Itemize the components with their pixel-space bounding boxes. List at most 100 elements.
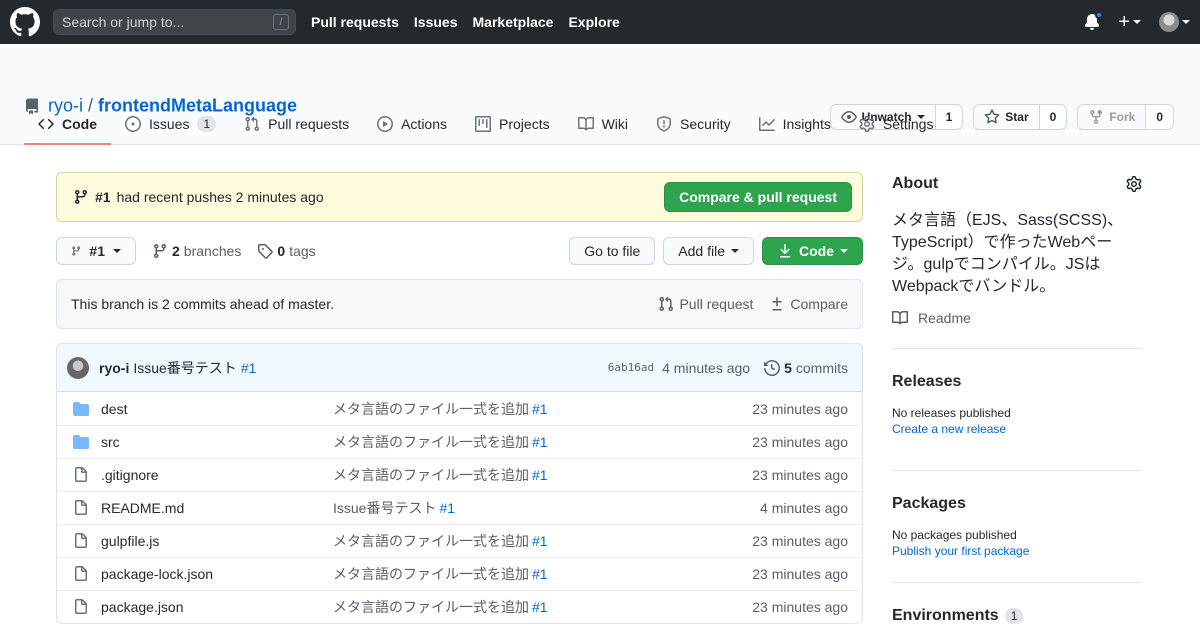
file-name-link[interactable]: README.md — [101, 500, 333, 516]
avatar[interactable] — [67, 356, 89, 379]
fork-button[interactable]: Fork — [1078, 105, 1147, 129]
file-commit-message: メタ言語のファイル一式を追加 #1 — [333, 432, 752, 452]
code-download-button[interactable]: Code — [762, 237, 863, 265]
file-type-icon — [73, 500, 89, 516]
compare-link[interactable]: Compare — [769, 296, 848, 312]
global-search-input[interactable]: Search or jump to... / — [53, 9, 296, 35]
file-commit-text[interactable]: メタ言語のファイル一式を追加 — [333, 467, 529, 483]
commits-history-link[interactable]: 5 commits — [764, 360, 848, 376]
file-commit-age: 23 minutes ago — [752, 434, 848, 450]
file-name-link[interactable]: .gitignore — [101, 467, 333, 483]
compare-pull-request-button[interactable]: Compare & pull request — [664, 182, 852, 212]
latest-commit: ryo-i Issue番号テスト #1 6ab16ad 4 minutes ag… — [57, 344, 862, 392]
environments-title: Environments — [892, 607, 999, 624]
file-row: package-lock.json メタ言語のファイル一式を追加 #1 23 minu… — [57, 557, 862, 590]
tab-label: Wiki — [601, 115, 629, 132]
tab-code[interactable]: Code — [24, 102, 111, 145]
file-commit-issue-link[interactable]: #1 — [532, 566, 548, 582]
tab-security[interactable]: Security — [642, 102, 745, 145]
add-file-label: Add file — [678, 243, 725, 259]
commit-sha[interactable]: 6ab16ad — [608, 361, 654, 374]
branch-status-box: This branch is 2 commits ahead of master… — [56, 279, 863, 329]
repo-header: ryo-i / frontendMetaLanguage Unwatch 1 S… — [0, 44, 1200, 145]
file-commit-text[interactable]: メタ言語のファイル一式を追加 — [333, 566, 529, 582]
git-branch-icon — [72, 246, 81, 256]
notifications-bell-icon[interactable] — [1084, 11, 1104, 30]
chevron-down-icon — [840, 249, 848, 253]
tab-settings[interactable]: Settings — [845, 102, 948, 145]
pull-request-label: Pull request — [679, 296, 754, 312]
branch-ahead-text: This branch is 2 commits ahead of master… — [71, 296, 334, 312]
readme-link[interactable]: Readme — [892, 310, 1142, 326]
commit-issue-link[interactable]: #1 — [241, 360, 257, 376]
file-name-link[interactable]: dest — [101, 401, 333, 417]
file-row: gulpfile.js メタ言語のファイル一式を追加 #1 23 minutes ag… — [57, 524, 862, 557]
plus-icon: + — [1118, 11, 1130, 33]
file-commit-issue-link[interactable]: #1 — [532, 599, 548, 615]
repo-content: #1 had recent pushes 2 minutes ago Compa… — [56, 172, 863, 624]
branch-selector[interactable]: #1 — [56, 237, 136, 265]
tab-insights[interactable]: Insights — [745, 102, 845, 145]
repo-description: メタ言語（EJS、Sass(SCSS)、TypeScript）で作ったWebペー… — [892, 212, 1124, 295]
nav-pull-requests[interactable]: Pull requests — [311, 14, 399, 30]
file-icon — [75, 467, 87, 482]
nav-explore[interactable]: Explore — [568, 14, 619, 30]
file-commit-issue-link[interactable]: #1 — [532, 434, 548, 450]
tab-actions[interactable]: Actions — [363, 102, 461, 145]
packages-section: Packages No packages published Publish y… — [892, 470, 1142, 582]
play-icon — [377, 115, 394, 132]
file-commit-text[interactable]: メタ言語のファイル一式を追加 — [333, 599, 529, 615]
commit-message[interactable]: Issue番号テスト — [133, 358, 236, 378]
user-menu[interactable] — [1159, 12, 1190, 32]
file-actions: Go to file Add file Code — [569, 237, 863, 265]
packages-title[interactable]: Packages — [892, 495, 1142, 513]
releases-section: Releases No releases published Create a … — [892, 348, 1142, 470]
nav-issues[interactable]: Issues — [414, 14, 458, 30]
tab-pull-requests[interactable]: Pull requests — [230, 102, 363, 145]
star-button[interactable]: Star — [974, 105, 1040, 129]
github-logo-icon[interactable] — [10, 7, 40, 37]
project-icon — [475, 115, 492, 132]
tags-link[interactable]: 0 tags — [257, 243, 316, 259]
stars-count[interactable]: 0 — [1039, 105, 1067, 129]
file-commit-age: 23 minutes ago — [752, 599, 848, 615]
tab-label: Projects — [499, 115, 550, 132]
recent-push-message: #1 had recent pushes 2 minutes ago — [73, 189, 324, 205]
publish-package-link[interactable]: Publish your first package — [892, 543, 1142, 559]
go-to-file-button[interactable]: Go to file — [569, 237, 656, 265]
create-release-link[interactable]: Create a new release — [892, 421, 1142, 437]
add-file-button[interactable]: Add file — [663, 237, 754, 265]
file-name-link[interactable]: package.json — [101, 599, 333, 615]
create-new-dropdown[interactable]: + — [1118, 11, 1141, 33]
environments-header[interactable]: Environments 1 — [892, 607, 1142, 625]
git-pull-request-icon — [245, 116, 260, 131]
file-commit-issue-link[interactable]: #1 — [532, 467, 548, 483]
file-name-link[interactable]: package-lock.json — [101, 566, 333, 582]
gear-icon[interactable] — [1126, 176, 1142, 192]
releases-title[interactable]: Releases — [892, 373, 1142, 391]
file-commit-age: 23 minutes ago — [752, 566, 848, 582]
file-name-link[interactable]: src — [101, 434, 333, 450]
file-name-link[interactable]: gulpfile.js — [101, 533, 333, 549]
tab-projects[interactable]: Projects — [461, 102, 564, 145]
forks-count[interactable]: 0 — [1146, 105, 1173, 129]
commit-author[interactable]: ryo-i — [99, 360, 129, 376]
readme-label: Readme — [918, 310, 971, 326]
branches-link[interactable]: 2 branches — [152, 243, 241, 259]
global-header: Search or jump to... / Pull requests Iss… — [0, 0, 1200, 44]
file-commit-text[interactable]: メタ言語のファイル一式を追加 — [333, 401, 529, 417]
file-commit-issue-link[interactable]: #1 — [532, 533, 548, 549]
tab-wiki[interactable]: Wiki — [564, 102, 642, 145]
file-commit-issue-link[interactable]: #1 — [532, 401, 548, 417]
file-commit-text[interactable]: メタ言語のファイル一式を追加 — [333, 533, 529, 549]
graph-icon — [758, 116, 775, 131]
git-branch-icon — [74, 190, 87, 205]
tab-issues[interactable]: Issues 1 — [111, 102, 230, 145]
tab-label: Actions — [401, 115, 448, 132]
file-commit-issue-link[interactable]: #1 — [439, 500, 455, 516]
pushed-branch: #1 — [95, 189, 111, 205]
nav-marketplace[interactable]: Marketplace — [473, 14, 554, 30]
file-commit-text[interactable]: メタ言語のファイル一式を追加 — [333, 434, 529, 450]
pull-request-link[interactable]: Pull request — [658, 296, 753, 312]
file-commit-text[interactable]: Issue番号テスト — [333, 500, 436, 516]
